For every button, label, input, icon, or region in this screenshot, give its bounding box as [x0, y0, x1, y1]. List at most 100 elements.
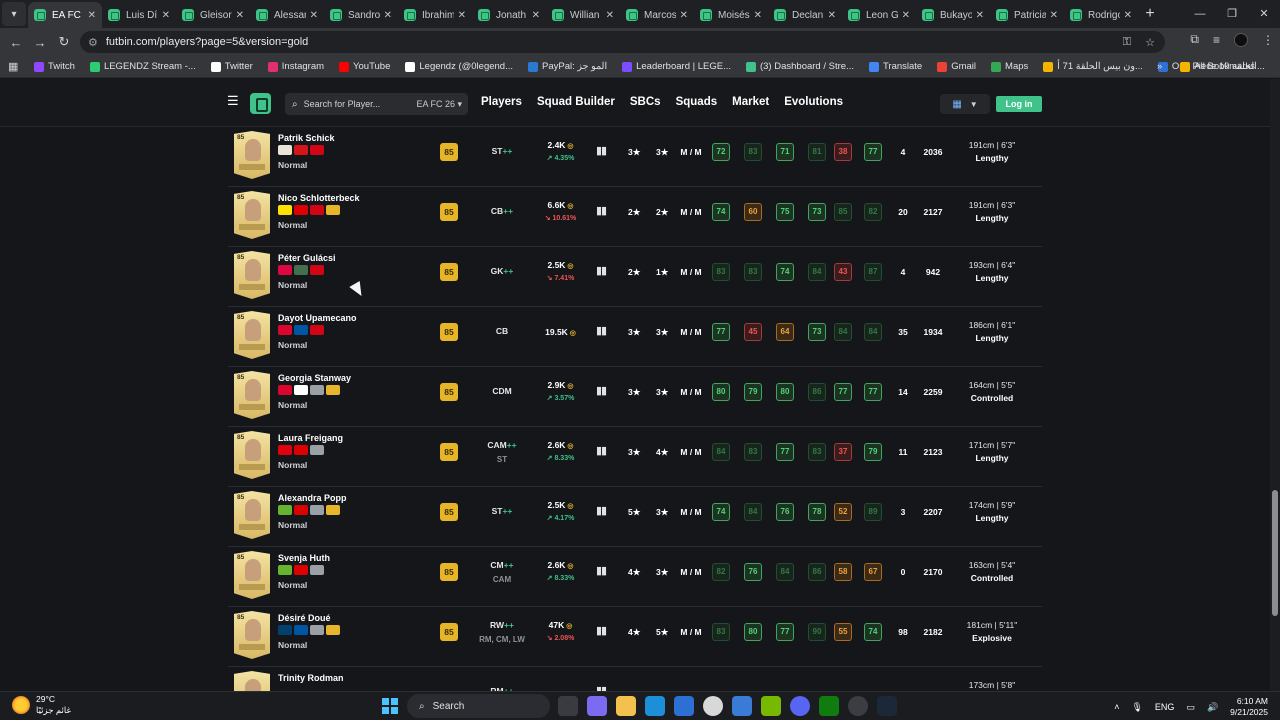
password-key-icon[interactable]: ⚿	[1123, 36, 1131, 49]
bookmark-item[interactable]: Maps	[991, 61, 1028, 72]
browser-tab[interactable]: Sandro ✕	[324, 2, 398, 28]
steam-icon[interactable]	[877, 696, 897, 716]
minimize-icon[interactable]: —	[1184, 0, 1216, 28]
player-row[interactable]: Trinity Rodman RM++ ▮▮ 173cm | 5'8"	[228, 667, 1042, 691]
game-selector[interactable]: EA FC 26 ▾	[416, 99, 462, 110]
player-name[interactable]: Georgia Stanway	[278, 373, 351, 383]
store-icon[interactable]	[674, 696, 694, 716]
clock[interactable]: 6:10 AM 9/21/2025	[1230, 696, 1268, 718]
bookmark-item[interactable]: Gmail	[937, 61, 976, 72]
all-bookmarks-button[interactable]: All Bookmarks	[1180, 61, 1255, 72]
apps-grid-icon[interactable]: ▦	[8, 60, 22, 73]
close-tab-icon[interactable]: ✕	[680, 10, 688, 21]
browser-tab[interactable]: Gleisor ✕	[176, 2, 250, 28]
page-scrollbar[interactable]	[1270, 79, 1280, 691]
player-row[interactable]: 85 Alexandra Popp Normal 85 ST++ 2.5K ◎ ↗ 4.17…	[228, 487, 1042, 547]
player-row[interactable]: 85 Péter Gulácsi Normal 85 GK++ 2.5K ◎ ↘ 7.41%…	[228, 247, 1042, 307]
browser-tab[interactable]: Luis Dí ✕	[102, 2, 176, 28]
close-tab-icon[interactable]: ✕	[902, 10, 910, 21]
nav-item[interactable]: SBCs	[630, 96, 661, 108]
settings-gear-icon[interactable]	[848, 696, 868, 716]
player-row[interactable]: 85 Svenja Huth Normal 85 CM++ CAM 2.6K ◎ ↗ 8.33…	[228, 547, 1042, 607]
tab-search-button[interactable]: ▾	[2, 2, 26, 26]
close-tab-icon[interactable]: ✕	[162, 10, 170, 21]
hamburger-menu-icon[interactable]: ☰	[227, 94, 239, 107]
tray-overflow-icon[interactable]: ˄	[1114, 702, 1119, 712]
weather-widget[interactable]: 29°C غائم جزئيًا	[12, 694, 71, 716]
nvidia-icon[interactable]	[761, 696, 781, 716]
reload-icon[interactable]: ↻	[52, 34, 76, 50]
player-card-image[interactable]: 85	[234, 371, 270, 419]
close-tab-icon[interactable]: ✕	[458, 10, 466, 21]
browser-tab[interactable]: Jonath ✕	[472, 2, 546, 28]
nav-item[interactable]: Players	[481, 96, 522, 108]
taskbar-search[interactable]: ⌕ Search	[407, 694, 550, 718]
player-card-image[interactable]: 85	[234, 131, 270, 179]
microphone-icon[interactable]: 🎙	[1131, 702, 1142, 713]
browser-tab[interactable]: Declan ✕	[768, 2, 842, 28]
browser-tab[interactable]: Alessan ✕	[250, 2, 324, 28]
player-row[interactable]: 85 Laura Freigang Normal 85 CAM++ ST 2.6K ◎ ↗ 8…	[228, 427, 1042, 487]
new-tab-button[interactable]: +	[1138, 2, 1162, 28]
browser-tab[interactable]: Ibrahim ✕	[398, 2, 472, 28]
player-row[interactable]: 85 Patrik Schick Normal 85 ST++ 2.4K ◎ ↗ 4.35%…	[228, 127, 1042, 187]
close-tab-icon[interactable]: ✕	[754, 10, 762, 21]
player-card-image[interactable]	[234, 671, 270, 691]
bookmark-item[interactable]: Translate	[868, 61, 922, 72]
nav-item[interactable]: Evolutions	[784, 96, 843, 108]
extensions-icon[interactable]: ⧉	[1190, 32, 1199, 47]
player-name[interactable]: Laura Freigang	[278, 433, 343, 443]
close-tab-icon[interactable]: ✕	[236, 10, 244, 21]
scrollbar-thumb[interactable]	[1272, 490, 1278, 616]
login-button[interactable]: Log in	[996, 96, 1042, 112]
close-tab-icon[interactable]: ✕	[310, 10, 318, 21]
task-view-icon[interactable]	[558, 696, 578, 716]
chrome-icon[interactable]	[703, 696, 723, 716]
player-name[interactable]: Dayot Upamecano	[278, 313, 357, 323]
restore-icon[interactable]: ❐	[1216, 0, 1248, 28]
windows-start-icon[interactable]	[382, 698, 398, 714]
xbox-icon[interactable]	[819, 696, 839, 716]
browser-tab[interactable]: Bukayo ✕	[916, 2, 990, 28]
player-card-image[interactable]: 85	[234, 491, 270, 539]
bookmark-item[interactable]: PayPal: المو جز	[528, 61, 607, 72]
browser-tab[interactable]: Leon G ✕	[842, 2, 916, 28]
platform-selector[interactable]: ▦ ▼	[940, 94, 990, 114]
player-card-image[interactable]: 85	[234, 251, 270, 299]
file-explorer-icon[interactable]	[616, 696, 636, 716]
player-row[interactable]: 85 Désiré Doué Normal 85 RW++ RM, CM, LW 47K ◎…	[228, 607, 1042, 667]
player-card-image[interactable]: 85	[234, 191, 270, 239]
close-window-icon[interactable]: ✕	[1248, 0, 1280, 28]
nav-item[interactable]: Squad Builder	[537, 96, 615, 108]
browser-tab[interactable]: Willian ✕	[546, 2, 620, 28]
bookmark-item[interactable]: YouTube	[339, 61, 390, 72]
close-tab-icon[interactable]: ✕	[828, 10, 836, 21]
bookmark-item[interactable]: Leaderboard | LEGE...	[622, 61, 731, 72]
player-row[interactable]: 85 Georgia Stanway Normal 85 CDM 2.9K ◎ ↗ 3.57…	[228, 367, 1042, 427]
player-name[interactable]: Trinity Rodman	[278, 673, 344, 683]
player-row[interactable]: 85 Nico Schlotterbeck Normal 85 CB++ 6.6K ◎ ↘ …	[228, 187, 1042, 247]
player-row[interactable]: 85 Dayot Upamecano Normal 85 CB 19.5K ◎ ▮▮ 3★ 3★…	[228, 307, 1042, 367]
browser-tab[interactable]: Rodrigo ✕	[1064, 2, 1138, 28]
close-tab-icon[interactable]: ✕	[1124, 10, 1132, 21]
close-tab-icon[interactable]: ✕	[1050, 10, 1058, 21]
language-indicator[interactable]: ENG	[1155, 702, 1175, 712]
back-icon[interactable]: ←	[4, 35, 28, 50]
discord-icon[interactable]	[790, 696, 810, 716]
browser-tab[interactable]: EA FC 2 ✕	[28, 2, 102, 28]
bookmarks-overflow-icon[interactable]: »	[1157, 61, 1162, 72]
futbin-logo[interactable]	[250, 93, 271, 114]
player-name[interactable]: Péter Gulácsi	[278, 253, 336, 263]
close-tab-icon[interactable]: ✕	[532, 10, 540, 21]
bookmark-item[interactable]: LEGENDZ Stream -...	[89, 61, 196, 72]
nav-item[interactable]: Squads	[676, 96, 718, 108]
network-icon[interactable]: ▭	[1186, 702, 1195, 713]
close-tab-icon[interactable]: ✕	[606, 10, 614, 21]
player-name[interactable]: Patrik Schick	[278, 133, 335, 143]
close-tab-icon[interactable]: ✕	[976, 10, 984, 21]
bookmark-item[interactable]: Twitch	[34, 61, 75, 72]
nav-item[interactable]: Market	[732, 96, 769, 108]
edge-icon[interactable]	[645, 696, 665, 716]
player-card-image[interactable]: 85	[234, 431, 270, 479]
close-tab-icon[interactable]: ✕	[384, 10, 392, 21]
